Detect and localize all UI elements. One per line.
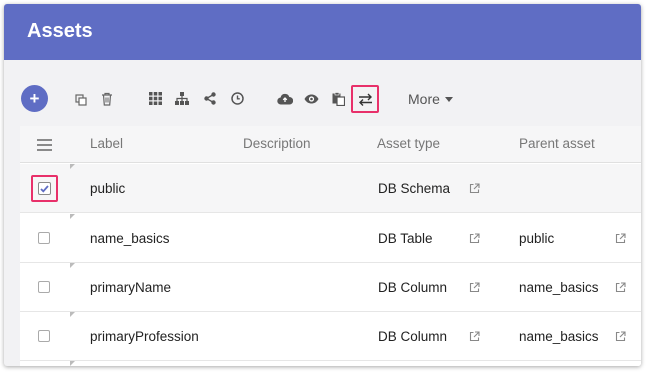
table-row[interactable]: name_basics DB Table public [20,214,641,263]
external-link-icon[interactable] [615,329,626,347]
row-marker [70,361,75,366]
cell-label[interactable]: primaryProfession [90,329,199,344]
row-checkbox[interactable] [31,175,58,202]
trash-icon[interactable] [101,92,113,106]
cell-label[interactable]: name_basics [90,231,170,246]
cell-parent-asset[interactable]: public [519,231,554,246]
column-header-parent-asset[interactable]: Parent asset [519,136,595,151]
page-title: Assets [27,20,93,42]
column-header-asset-type[interactable]: Asset type [377,136,440,151]
cloud-upload-icon[interactable] [277,93,293,105]
table-row[interactable]: primaryProfession DB Column name_basics [20,312,641,361]
app-header: Assets [4,4,641,60]
external-link-icon[interactable] [469,181,480,199]
external-link-icon[interactable] [615,231,626,249]
row-marker [70,214,75,219]
assets-table: Label Description Asset type Parent asse… [20,126,641,366]
row-checkbox[interactable] [38,281,50,293]
assets-window: Assets + More Label Description Asset ty… [4,4,641,366]
cell-asset-type[interactable]: DB Column [378,329,447,344]
share-icon[interactable] [204,92,216,105]
more-label: More [408,91,440,107]
caret-down-icon [444,96,453,102]
cell-label[interactable]: primaryName [90,280,171,295]
eye-icon[interactable] [304,94,319,104]
add-button[interactable]: + [21,85,48,112]
hierarchy-icon[interactable] [175,92,189,105]
checkmark-icon [40,184,49,193]
external-link-icon[interactable] [469,231,480,249]
grid-icon[interactable] [149,92,162,105]
row-checkbox[interactable] [38,232,50,244]
more-menu-button[interactable]: More [408,91,453,107]
column-menu-icon[interactable] [37,139,52,151]
table-row[interactable]: public DB Schema [20,164,641,213]
cell-asset-type[interactable]: DB Column [378,280,447,295]
cell-asset-type[interactable]: DB Schema [378,181,450,196]
swap-arrows-icon [358,93,372,106]
swap-button[interactable] [351,85,379,113]
cell-asset-type[interactable]: DB Table [378,231,433,246]
external-link-icon[interactable] [615,280,626,298]
external-link-icon[interactable] [469,280,480,298]
external-link-icon[interactable] [469,329,480,347]
add-icon: + [29,89,40,108]
row-marker [70,312,75,317]
copy-icon[interactable] [75,94,87,106]
row-checkbox[interactable] [38,330,50,342]
row-marker [70,263,75,268]
table-row[interactable]: primaryName DB Column name_basics [20,263,641,312]
clipboard-icon[interactable] [332,92,345,106]
row-marker [70,164,75,169]
cell-label[interactable]: public [90,181,125,196]
table-header: Label Description Asset type Parent asse… [20,126,641,163]
toolbar: + More [4,60,641,126]
table-row-partial [20,361,641,366]
clock-icon[interactable] [231,92,244,105]
cell-parent-asset[interactable]: name_basics [519,329,599,344]
cell-parent-asset[interactable]: name_basics [519,280,599,295]
column-header-description[interactable]: Description [243,136,311,151]
column-header-label[interactable]: Label [90,136,123,151]
